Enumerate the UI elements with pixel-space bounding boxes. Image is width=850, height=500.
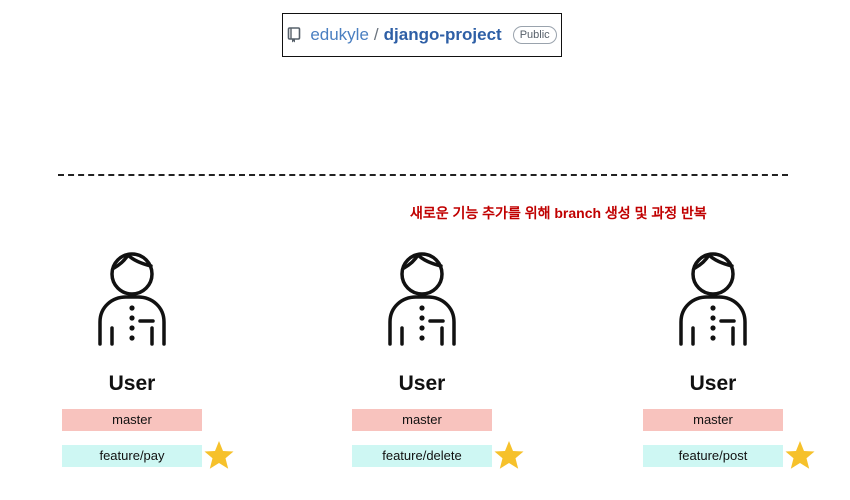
star-icon bbox=[494, 441, 524, 469]
repo-owner-link[interactable]: edukyle bbox=[310, 25, 369, 45]
visibility-badge: Public bbox=[512, 26, 557, 44]
branch-feature-pay: feature/pay bbox=[62, 445, 202, 467]
user-icon bbox=[679, 252, 747, 346]
repo-name-link[interactable]: django-project bbox=[384, 25, 502, 45]
user-label: User bbox=[398, 372, 446, 395]
star-icon bbox=[785, 441, 815, 469]
repo-header: edukyle / django-project Public bbox=[282, 13, 562, 57]
repeat-process-note: 새로운 기능 추가를 위해 branch 생성 및 과정 반복 bbox=[410, 205, 707, 221]
user-icon bbox=[388, 252, 456, 346]
user-icon bbox=[98, 252, 166, 346]
branch-master: master bbox=[62, 409, 202, 431]
branch-feature-post: feature/post bbox=[643, 445, 783, 467]
star-icon bbox=[204, 441, 234, 469]
branch-master: master bbox=[352, 409, 492, 431]
repo-separator: / bbox=[373, 25, 379, 44]
user-label: User bbox=[689, 372, 737, 395]
repo-icon bbox=[288, 27, 301, 43]
user-label: User bbox=[108, 372, 156, 395]
branch-feature-delete: feature/delete bbox=[352, 445, 492, 467]
dashed-divider bbox=[58, 174, 788, 176]
branch-master: master bbox=[643, 409, 783, 431]
